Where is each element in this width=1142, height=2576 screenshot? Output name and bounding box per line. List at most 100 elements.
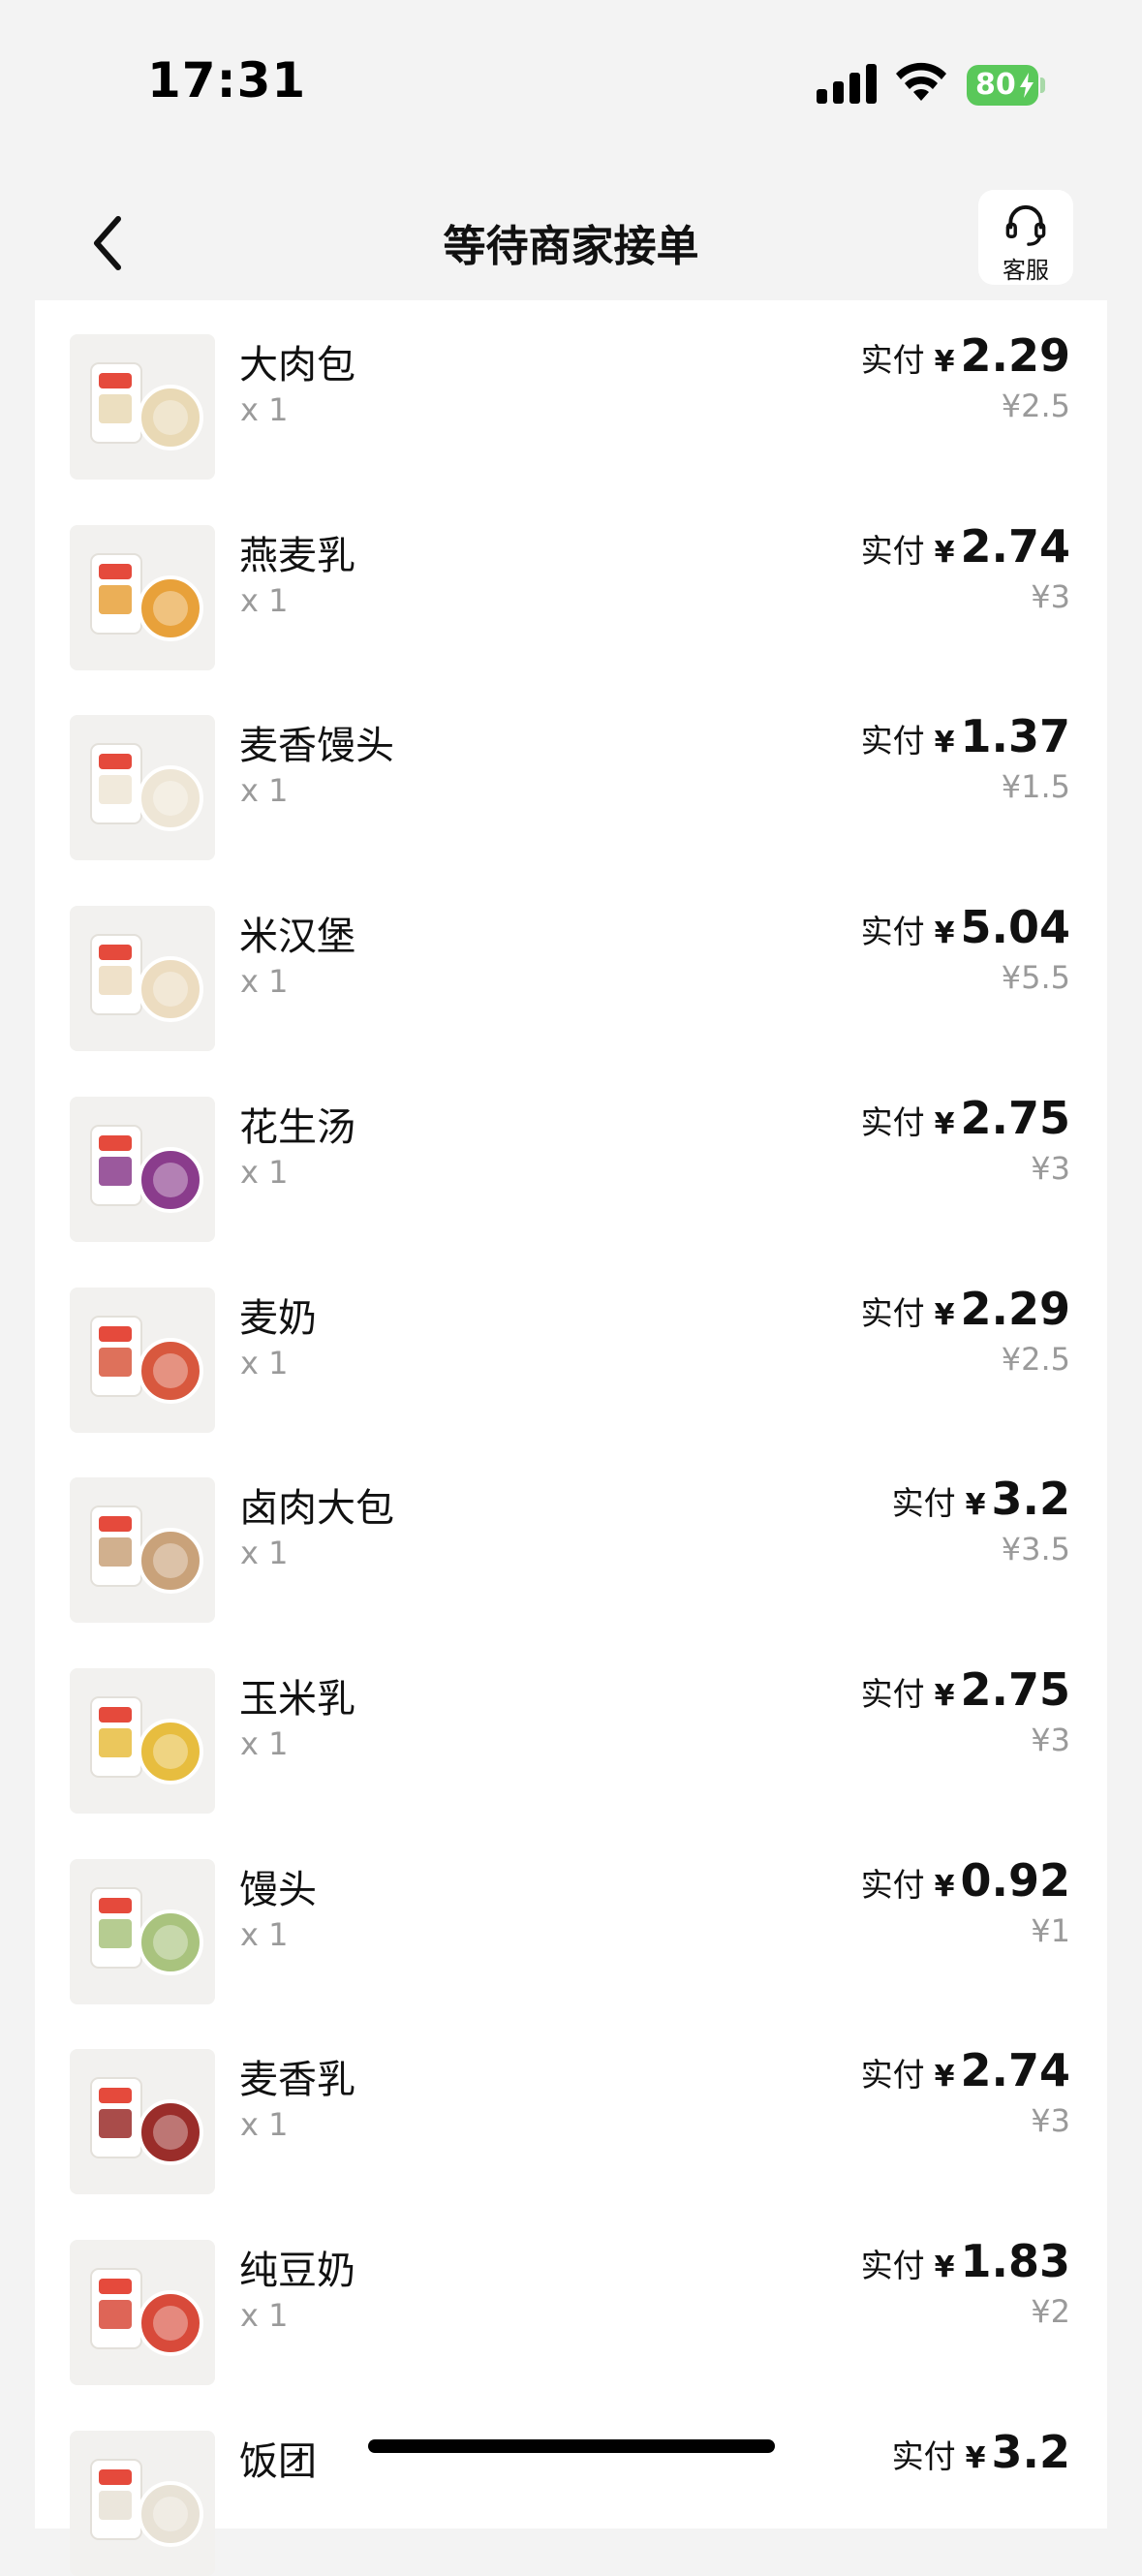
- paid-amount: 0.92: [960, 1854, 1071, 1907]
- product-quantity: x 1: [240, 582, 289, 619]
- product-image-icon: [70, 1668, 215, 1814]
- order-item-row[interactable]: 麦香乳 x 1 实付 ¥2.74 ¥3: [35, 2015, 1107, 2194]
- paid-price: 实付 ¥2.75: [861, 1663, 1070, 1716]
- original-price: ¥2.5: [1001, 388, 1070, 424]
- order-item-row[interactable]: 卤肉大包 x 1 实付 ¥3.2 ¥3.5: [35, 1443, 1107, 1623]
- paid-amount: 2.74: [960, 520, 1071, 573]
- order-item-row[interactable]: 麦香馒头 x 1 实付 ¥1.37 ¥1.5: [35, 681, 1107, 860]
- product-thumbnail: [70, 2431, 215, 2576]
- currency-symbol: ¥: [934, 2250, 955, 2284]
- currency-symbol: ¥: [934, 1298, 955, 1332]
- product-quantity: x 1: [240, 1535, 289, 1571]
- order-item-row[interactable]: 燕麦乳 x 1 实付 ¥2.74 ¥3: [35, 491, 1107, 670]
- customer-service-button[interactable]: 客服: [978, 190, 1073, 285]
- product-thumbnail: [70, 1477, 215, 1623]
- product-image-icon: [70, 1288, 215, 1433]
- product-image-icon: [70, 906, 215, 1051]
- product-image-icon: [70, 2240, 215, 2385]
- product-thumbnail: [70, 334, 215, 480]
- paid-price: 实付 ¥2.29: [861, 1283, 1070, 1335]
- product-quantity: x 1: [240, 1725, 289, 1762]
- order-item-row[interactable]: 纯豆奶 x 1 实付 ¥1.83 ¥2: [35, 2206, 1107, 2385]
- product-name: 麦奶: [239, 1296, 317, 1341]
- order-item-row[interactable]: 馒头 x 1 实付 ¥0.92 ¥1: [35, 1825, 1107, 2004]
- paid-amount: 5.04: [960, 901, 1071, 953]
- product-thumbnail: [70, 906, 215, 1051]
- wifi-icon: [896, 62, 946, 101]
- product-name: 玉米乳: [239, 1677, 355, 1722]
- product-image-icon: [70, 1097, 215, 1242]
- product-image-icon: [70, 2431, 215, 2576]
- order-item-row[interactable]: 玉米乳 x 1 实付 ¥2.75 ¥3: [35, 1634, 1107, 1814]
- order-item-row[interactable]: 大肉包 x 1 实付 ¥2.29 ¥2.5: [35, 300, 1107, 480]
- product-thumbnail: [70, 2240, 215, 2385]
- product-name: 米汉堡: [239, 915, 355, 959]
- product-name: 花生汤: [239, 1105, 355, 1150]
- paid-price: 实付 ¥5.04: [861, 901, 1070, 953]
- page-title: 等待商家接单: [443, 222, 699, 271]
- currency-symbol: ¥: [934, 726, 955, 760]
- paid-price: 实付 ¥2.75: [861, 1092, 1070, 1144]
- paid-amount: 2.75: [960, 1663, 1071, 1716]
- product-thumbnail: [70, 1859, 215, 2004]
- battery-level: 80: [975, 68, 1016, 102]
- order-item-row[interactable]: 麦奶 x 1 实付 ¥2.29 ¥2.5: [35, 1254, 1107, 1433]
- product-image-icon: [70, 334, 215, 480]
- product-name: 大肉包: [239, 343, 355, 388]
- original-price: ¥2: [1031, 2293, 1070, 2330]
- product-image-icon: [70, 1477, 215, 1623]
- paid-price: 实付 ¥3.2: [892, 2426, 1070, 2478]
- battery-indicator: 80: [967, 65, 1038, 106]
- paid-amount: 3.2: [991, 2426, 1071, 2478]
- order-item-row[interactable]: 饭团 实付 ¥3.2: [35, 2397, 1107, 2576]
- paid-label: 实付: [860, 1866, 925, 1904]
- paid-label: 实付: [860, 341, 925, 379]
- product-thumbnail: [70, 2049, 215, 2194]
- paid-price: 实付 ¥0.92: [861, 1854, 1070, 1907]
- product-thumbnail: [70, 1097, 215, 1242]
- paid-label: 实付: [860, 2247, 925, 2284]
- paid-amount: 1.37: [960, 710, 1071, 762]
- paid-price: 实付 ¥2.74: [861, 520, 1070, 573]
- currency-symbol: ¥: [965, 1488, 986, 1522]
- headset-icon: [1005, 205, 1046, 246]
- battery-cap: [1040, 78, 1045, 93]
- paid-amount: 2.29: [960, 329, 1071, 382]
- original-price: ¥3: [1031, 2102, 1070, 2139]
- order-item-row[interactable]: 花生汤 x 1 实付 ¥2.75 ¥3: [35, 1063, 1107, 1242]
- order-item-row[interactable]: 米汉堡 x 1 实付 ¥5.04 ¥5.5: [35, 872, 1107, 1051]
- currency-symbol: ¥: [934, 1107, 955, 1141]
- original-price: ¥1: [1031, 1912, 1070, 1949]
- product-image-icon: [70, 715, 215, 860]
- product-quantity: x 1: [240, 963, 289, 1000]
- paid-label: 实付: [860, 1294, 925, 1332]
- original-price: ¥3: [1031, 1150, 1070, 1187]
- status-bar: 17:31 80: [0, 0, 1142, 165]
- paid-label: 实付: [860, 2056, 925, 2094]
- product-name: 馒头: [239, 1868, 317, 1912]
- paid-label: 实付: [891, 2437, 956, 2475]
- product-image-icon: [70, 525, 215, 670]
- customer-service-label: 客服: [1003, 257, 1049, 284]
- original-price: ¥3: [1031, 578, 1070, 615]
- paid-label: 实付: [860, 532, 925, 570]
- product-thumbnail: [70, 715, 215, 860]
- status-time: 17:31: [147, 52, 307, 109]
- paid-label: 实付: [860, 913, 925, 950]
- product-name: 饭团: [239, 2439, 317, 2484]
- product-thumbnail: [70, 1668, 215, 1814]
- original-price: ¥3.5: [1001, 1531, 1070, 1567]
- paid-amount: 2.74: [960, 2044, 1071, 2096]
- paid-amount: 2.29: [960, 1283, 1071, 1335]
- product-name: 卤肉大包: [239, 1486, 394, 1531]
- cellular-signal-icon: [817, 64, 877, 104]
- paid-label: 实付: [891, 1484, 956, 1522]
- nav-bar: 等待商家接单 客服: [0, 184, 1142, 300]
- original-price: ¥5.5: [1001, 959, 1070, 996]
- paid-price: 实付 ¥1.37: [861, 710, 1070, 762]
- paid-label: 实付: [860, 722, 925, 760]
- charging-bolt-icon: [1019, 73, 1034, 98]
- product-name: 麦香乳: [239, 2058, 355, 2102]
- paid-label: 实付: [860, 1675, 925, 1713]
- original-price: ¥2.5: [1001, 1341, 1070, 1378]
